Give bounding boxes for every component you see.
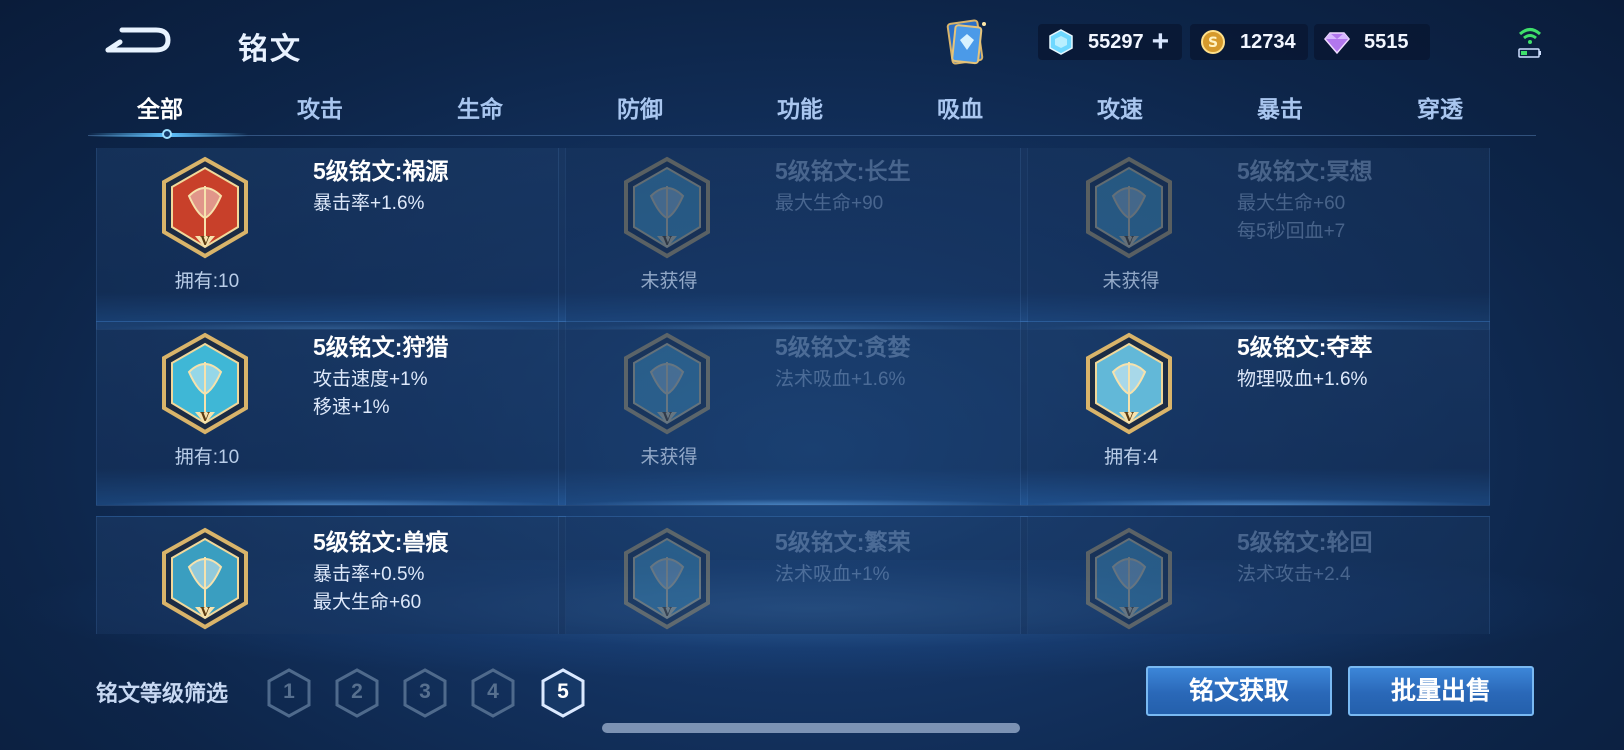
inscription-attr: 最大生命+60 [1237, 193, 1346, 214]
inscription-name: 5级铭文:贪婪 [775, 334, 911, 360]
owned-count: 未获得 [640, 447, 698, 468]
level-number: 4 [487, 680, 499, 703]
inscription-name: 5级铭文:祸源 [313, 158, 449, 184]
tab-all[interactable]: 全部 [100, 90, 220, 124]
svg-text:V: V [199, 605, 210, 619]
tab-defense[interactable]: 防御 [580, 90, 700, 124]
svg-text:V: V [661, 410, 672, 424]
inscription-name: 5级铭文:兽痕 [313, 529, 449, 555]
inscription-attr: 最大生命+90 [775, 193, 884, 214]
inscription-emblem-icon: V [162, 332, 248, 435]
crystal-value: 55297 [1088, 30, 1144, 53]
tab-divider [88, 135, 1536, 136]
blue-crystal-icon [1049, 29, 1073, 55]
level-number: 3 [419, 680, 431, 703]
card-glow [1021, 499, 1489, 505]
owned-count: 未获得 [640, 271, 698, 292]
inscription-attr: 攻击速度+1% [313, 369, 428, 390]
inscription-attr: 暴击率+1.6% [313, 193, 425, 214]
level-filter-1[interactable]: 1 [266, 668, 312, 718]
gold-value: 12734 [1240, 30, 1296, 53]
tab-attack-speed[interactable]: 攻速 [1060, 90, 1180, 124]
inscription-attr: 暴击率+0.5% [313, 564, 425, 585]
purple-diamond-icon [1324, 32, 1350, 55]
level-filter-3[interactable]: 3 [402, 668, 448, 718]
inscription-card[interactable]: V 5级铭文:长生 最大生命+90 未获得 [558, 148, 1028, 330]
inscription-attr: 移速+1% [313, 397, 390, 418]
inscription-attr: 法术吸血+1.6% [775, 369, 906, 390]
inscription-emblem-icon: V [162, 527, 248, 630]
inscription-attr: 最大生命+60 [313, 592, 422, 613]
category-tabs: 全部 攻击 生命 防御 功能 吸血 攻速 暴击 穿透 [88, 90, 1536, 134]
acquire-inscription-button[interactable]: 铭文获取 [1146, 666, 1332, 716]
tab-utility[interactable]: 功能 [740, 90, 860, 124]
owned-count: 未获得 [1102, 271, 1160, 292]
svg-text:V: V [661, 605, 672, 619]
svg-text:V: V [1123, 410, 1134, 424]
active-tab-dot [162, 129, 172, 139]
inscription-emblem-icon: V [624, 332, 710, 435]
inscription-card[interactable]: V 5级铭文:繁荣 法术吸血+1% [558, 516, 1028, 634]
inscription-grid: V 5级铭文:祸源 暴击率+1.6% 拥有:10 V 5级铭文:长生 最大生命+… [96, 148, 1524, 634]
inscription-emblem-icon: V [624, 156, 710, 259]
inscription-card[interactable]: V 5级铭文:冥想 最大生命+60 每5秒回血+7 未获得 [1020, 148, 1490, 330]
inscription-emblem-icon: V [162, 156, 248, 259]
tab-health[interactable]: 生命 [420, 90, 540, 124]
bulk-sell-button[interactable]: 批量出售 [1348, 666, 1534, 716]
inscription-name: 5级铭文:长生 [775, 158, 911, 184]
inscription-name: 5级铭文:夺萃 [1237, 334, 1373, 360]
inscription-name: 5级铭文:繁荣 [775, 529, 911, 555]
svg-text:V: V [661, 234, 672, 248]
inscription-card[interactable]: V 5级铭文:祸源 暴击率+1.6% 拥有:10 [96, 148, 566, 330]
tab-attack[interactable]: 攻击 [260, 90, 380, 124]
inscription-name: 5级铭文:狩猎 [313, 334, 449, 360]
back-arrow-icon[interactable] [104, 22, 174, 58]
inscription-card[interactable]: V 5级铭文:轮回 法术攻击+2.4 [1020, 516, 1490, 634]
svg-text:S: S [1208, 35, 1218, 51]
wifi-battery-icon [1518, 28, 1542, 58]
svg-text:V: V [1123, 234, 1134, 248]
diamond-currency: 5515 [1314, 24, 1430, 60]
card-book-icon[interactable] [940, 16, 990, 70]
inscription-attr: 每5秒回血+7 [1237, 221, 1346, 242]
inscription-emblem-icon: V [1086, 156, 1172, 259]
gold-currency: S 12734 [1190, 24, 1308, 60]
inscription-attr: 法术吸血+1% [775, 564, 890, 585]
tab-lifesteal[interactable]: 吸血 [900, 90, 1020, 124]
level-number: 1 [283, 680, 295, 703]
inscription-card[interactable]: V 5级铭文:夺萃 物理吸血+1.6% 拥有:4 [1020, 321, 1490, 506]
level-filter-label: 铭文等级筛选 [96, 681, 229, 706]
svg-text:V: V [1123, 605, 1134, 619]
add-currency-icon[interactable]: + [1152, 27, 1170, 57]
inscription-card[interactable]: V 5级铭文:狩猎 攻击速度+1% 移速+1% 拥有:10 [96, 321, 566, 506]
owned-count: 拥有:10 [174, 447, 240, 468]
inscription-attr: 物理吸血+1.6% [1237, 369, 1368, 390]
tab-penetration[interactable]: 穿透 [1380, 90, 1500, 124]
home-indicator[interactable] [602, 723, 1020, 733]
level-filter-2[interactable]: 2 [334, 668, 380, 718]
inscription-emblem-icon: V [624, 527, 710, 630]
gold-coin-icon: S [1201, 30, 1225, 54]
inscription-emblem-icon: V [1086, 332, 1172, 435]
inscription-card[interactable]: V 5级铭文:贪婪 法术吸血+1.6% 未获得 [558, 321, 1028, 506]
level-filter-4[interactable]: 4 [470, 668, 516, 718]
level-number: 2 [351, 680, 363, 703]
inscription-attr: 法术攻击+2.4 [1237, 564, 1351, 585]
inscription-name: 5级铭文:冥想 [1237, 158, 1373, 184]
svg-text:V: V [199, 410, 210, 424]
crystal-currency: 55297 + [1038, 24, 1182, 60]
tab-critical[interactable]: 暴击 [1220, 90, 1340, 124]
inscription-emblem-icon: V [1086, 527, 1172, 630]
level-filter-5[interactable]: 5 [540, 668, 586, 718]
page-title: 铭文 [238, 33, 302, 66]
level-number: 5 [557, 680, 569, 703]
card-glow [559, 499, 1027, 505]
diamond-value: 5515 [1364, 30, 1409, 53]
inscription-card[interactable]: V 5级铭文:兽痕 暴击率+0.5% 最大生命+60 [96, 516, 566, 634]
svg-text:V: V [199, 234, 210, 248]
card-glow [97, 499, 565, 505]
owned-count: 拥有:10 [174, 271, 240, 292]
owned-count: 拥有:4 [1104, 447, 1158, 468]
inscription-name: 5级铭文:轮回 [1237, 529, 1373, 555]
